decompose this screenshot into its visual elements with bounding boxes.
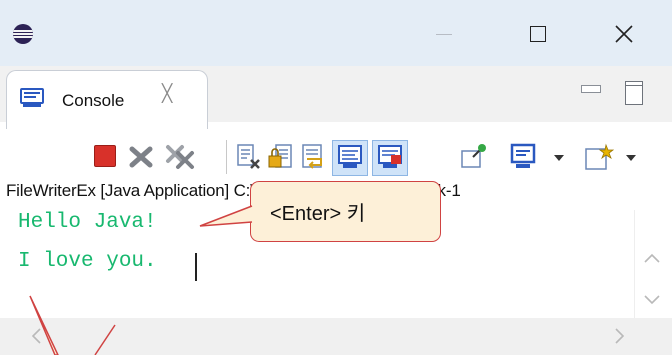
open-console-icon[interactable] (584, 143, 615, 171)
remove-launch-icon[interactable] (127, 143, 159, 171)
console-output-line: I love you. (18, 250, 157, 273)
clear-console-icon[interactable] (236, 143, 262, 171)
display-console-dropdown-icon[interactable] (554, 155, 564, 161)
word-wrap-icon[interactable] (301, 143, 327, 171)
horizontal-scrollbar[interactable] (0, 318, 672, 355)
tab-close-icon[interactable]: ╳ (162, 84, 172, 104)
view-maximize-icon[interactable] (625, 81, 643, 105)
eclipse-icon[interactable] (13, 24, 33, 44)
maximize-icon[interactable] (518, 18, 558, 50)
title-bar (0, 0, 672, 66)
show-on-stderr-icon[interactable] (372, 140, 408, 176)
text-caret (195, 253, 197, 281)
console-monitor-icon (20, 88, 44, 108)
scroll-lock-icon[interactable] (268, 143, 294, 171)
pin-console-icon[interactable] (460, 143, 486, 171)
view-minimize-icon[interactable] (581, 85, 601, 93)
minimize-icon[interactable] (424, 18, 464, 50)
close-icon[interactable] (604, 18, 644, 50)
display-console-icon[interactable] (510, 143, 536, 171)
vertical-scrollbar[interactable] (634, 210, 672, 328)
console-output-line: Hello Java! (18, 211, 157, 234)
tab-label: Console (62, 91, 125, 110)
terminate-icon[interactable] (94, 145, 116, 167)
show-on-stdout-icon[interactable] (332, 140, 368, 176)
remove-all-terminated-icon[interactable] (164, 143, 198, 171)
toolbar-separator (226, 140, 227, 174)
open-console-dropdown-icon[interactable] (626, 155, 636, 161)
scrollbar-corner (634, 318, 672, 355)
callout-text: <Enter> 키 (270, 203, 366, 225)
